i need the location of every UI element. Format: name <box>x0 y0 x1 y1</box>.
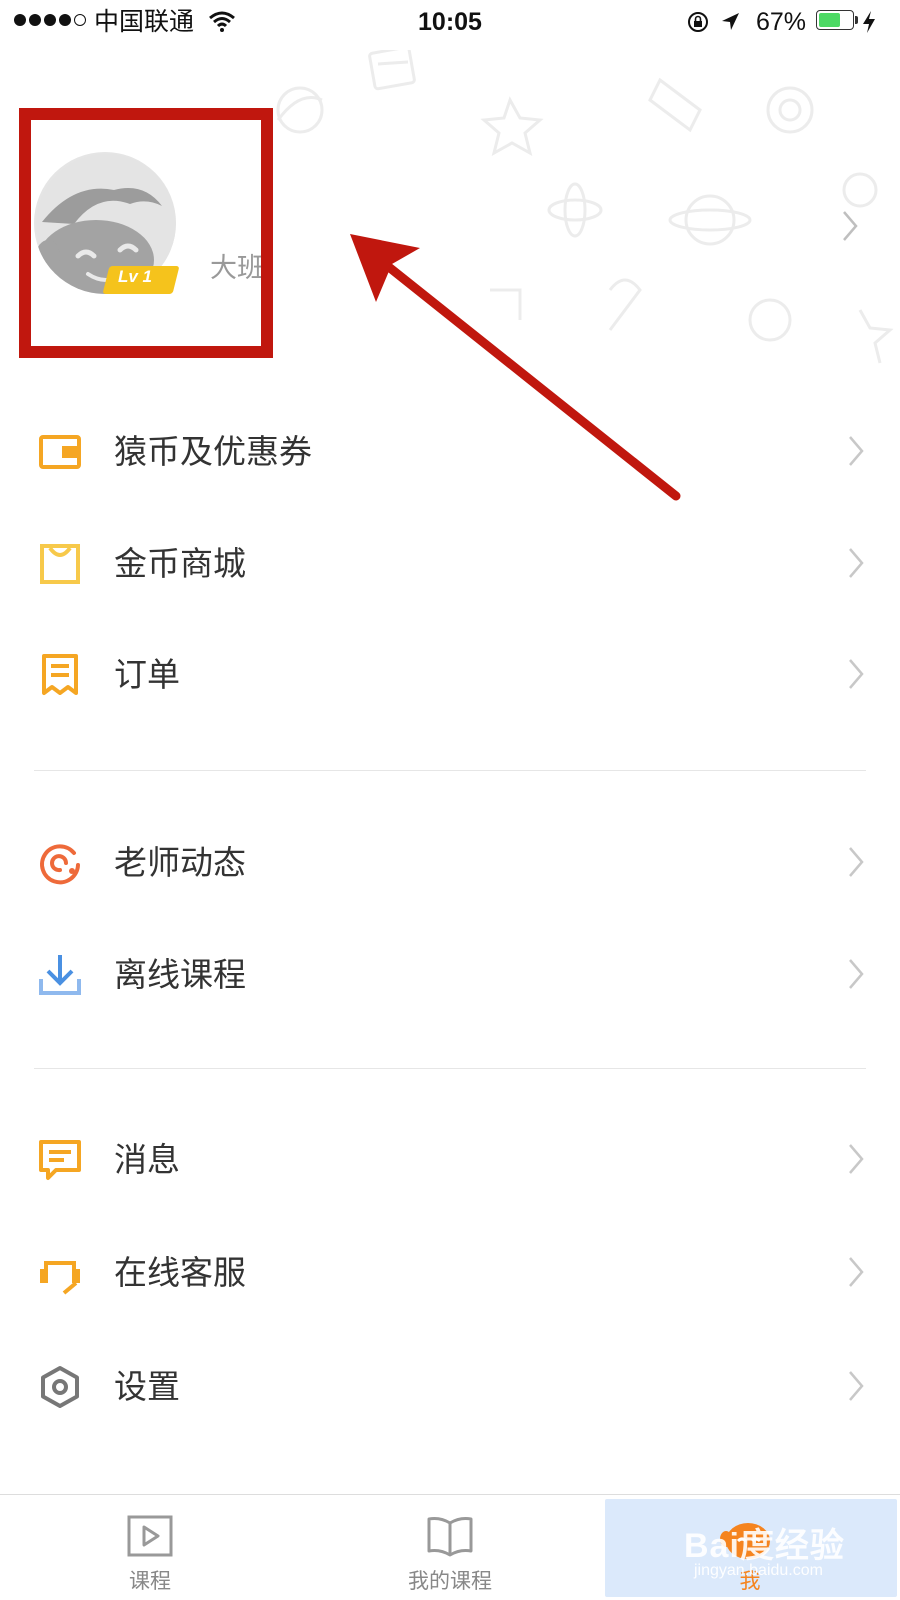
annotation-highlight-box <box>19 108 273 358</box>
chevron-right-icon <box>849 1144 864 1174</box>
menu-item-settings[interactable]: 设置 <box>0 1332 900 1442</box>
download-icon <box>39 955 81 995</box>
chevron-right-icon <box>843 211 858 241</box>
status-bar: 中国联通 10:05 67% <box>0 0 900 44</box>
receipt-icon <box>42 654 78 695</box>
menu-label: 在线客服 <box>114 1253 246 1292</box>
divider <box>34 1068 866 1069</box>
menu-label: 订单 <box>114 655 180 694</box>
location-arrow-icon <box>722 13 739 30</box>
charging-bolt-icon <box>863 11 875 33</box>
tab-label: 课程 <box>129 1569 171 1593</box>
battery-icon <box>816 10 854 30</box>
menu-label: 金币商城 <box>114 544 246 583</box>
menu-label: 老师动态 <box>114 843 246 882</box>
menu-item-coins-coupons[interactable]: 猿币及优惠券 <box>0 397 900 507</box>
wallet-icon <box>39 435 81 469</box>
headset-icon <box>40 1261 80 1295</box>
chevron-right-icon <box>849 436 864 466</box>
menu-item-coin-mall[interactable]: 金币商城 <box>0 509 900 619</box>
chevron-right-icon <box>849 847 864 877</box>
divider <box>34 770 866 771</box>
battery-level <box>819 13 841 27</box>
menu-item-offline-courses[interactable]: 离线课程 <box>0 920 900 1030</box>
play-icon <box>127 1515 173 1557</box>
watermark-url: jingyan.baidu.com <box>694 1562 823 1579</box>
shopping-bag-icon <box>40 544 80 584</box>
orientation-lock-icon <box>688 12 708 32</box>
tab-courses[interactable]: 课程 <box>0 1495 300 1600</box>
menu-item-teacher-feed[interactable]: 老师动态 <box>0 808 900 918</box>
menu-label: 猿币及优惠券 <box>114 432 312 471</box>
chevron-right-icon <box>849 1371 864 1401</box>
menu-label: 设置 <box>114 1367 180 1406</box>
menu-item-orders[interactable]: 订单 <box>0 620 900 730</box>
battery-percent: 67% <box>756 8 807 36</box>
menu-item-messages[interactable]: 消息 <box>0 1105 900 1215</box>
tab-my-courses[interactable]: 我的课程 <box>300 1495 600 1600</box>
chevron-right-icon <box>849 1257 864 1287</box>
menu-item-online-service[interactable]: 在线客服 <box>0 1218 900 1328</box>
tab-label: 我的课程 <box>408 1569 492 1593</box>
book-icon <box>427 1517 473 1557</box>
message-icon <box>39 1140 81 1180</box>
teacher-feed-icon <box>40 844 80 885</box>
menu-label: 离线课程 <box>114 955 246 994</box>
battery-tip <box>855 16 858 24</box>
menu-label: 消息 <box>114 1140 180 1179</box>
chevron-right-icon <box>849 959 864 989</box>
settings-hexagon-icon <box>41 1366 79 1408</box>
chevron-right-icon <box>849 659 864 689</box>
chevron-right-icon <box>849 548 864 578</box>
watermark-brand: Bai度经验 <box>684 1527 845 1565</box>
